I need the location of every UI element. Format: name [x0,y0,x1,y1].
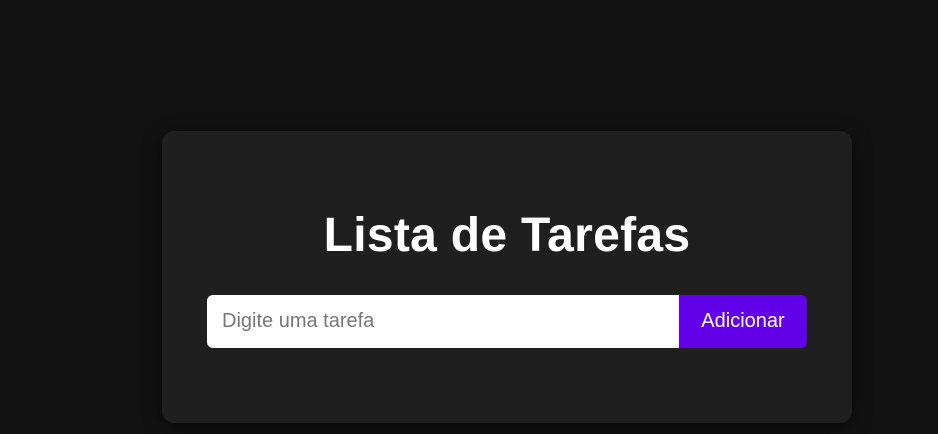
task-form: Adicionar [207,295,807,348]
todo-card: Lista de Tarefas Adicionar [162,131,852,423]
add-task-button[interactable]: Adicionar [679,295,807,348]
task-input[interactable] [207,295,679,348]
page-title: Lista de Tarefas [323,209,691,262]
